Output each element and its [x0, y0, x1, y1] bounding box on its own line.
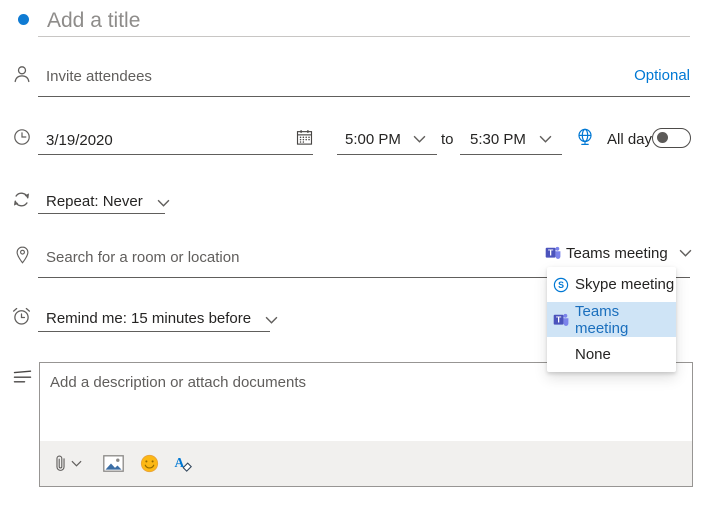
description-editor: A [39, 362, 693, 487]
to-label: to [441, 131, 454, 148]
start-date-input[interactable] [38, 130, 294, 150]
reminder-label: Remind me: 15 minutes before [46, 310, 252, 327]
svg-text:T: T [556, 314, 562, 324]
repeat-underline [38, 213, 165, 214]
reminder-dropdown[interactable]: Remind me: 15 minutes before [46, 310, 278, 328]
event-compose-form: Optional 5:00 PM to 5:30 PM [0, 0, 716, 521]
description-toolbar: A [40, 441, 692, 486]
timezone-globe-icon[interactable] [575, 127, 595, 147]
menu-item-skype-meeting[interactable]: S Skype meeting [547, 267, 676, 302]
svg-text:S: S [558, 280, 564, 290]
reminder-chevron-down-icon [265, 311, 278, 328]
end-time-underline [460, 154, 562, 155]
menu-item-none[interactable]: None [547, 337, 676, 372]
end-time-value[interactable]: 5:30 PM [470, 131, 526, 148]
attendees-underline [38, 96, 690, 97]
meeting-provider-selected-label: Teams meeting [566, 244, 668, 262]
attach-chevron-down-icon[interactable] [71, 460, 82, 467]
clear-formatting-icon[interactable]: A [174, 454, 193, 473]
meeting-provider-menu: S Skype meeting T Teams meeting None [547, 267, 676, 372]
date-underline [38, 154, 313, 155]
optional-attendees-link[interactable]: Optional [634, 67, 690, 84]
teams-icon: T [553, 312, 569, 328]
reminder-alarm-icon [11, 306, 32, 327]
clock-icon [13, 128, 31, 146]
category-color-dot [18, 14, 29, 25]
description-input[interactable] [50, 374, 670, 434]
attach-icon[interactable] [54, 454, 67, 473]
title-input[interactable] [38, 7, 699, 35]
title-underline [38, 36, 690, 37]
repeat-label: Repeat: Never [46, 193, 143, 210]
menu-item-label: Skype meeting [575, 276, 675, 293]
reminder-underline [38, 331, 270, 332]
all-day-label: All day [607, 131, 653, 148]
skype-icon: S [553, 277, 569, 293]
repeat-sync-icon [12, 190, 31, 209]
all-day-toggle[interactable] [652, 128, 691, 148]
svg-text:T: T [548, 248, 554, 258]
teams-icon: T [545, 245, 561, 261]
start-time-chevron-down-icon[interactable] [413, 135, 426, 143]
all-day-toggle-knob [657, 132, 668, 143]
location-search-input[interactable] [38, 247, 506, 267]
start-time-value[interactable]: 5:00 PM [345, 131, 401, 148]
start-time-underline [337, 154, 437, 155]
meeting-provider-chevron-down-icon [679, 244, 692, 262]
attendees-input[interactable] [38, 66, 596, 86]
emoji-icon[interactable] [140, 454, 159, 473]
insert-image-icon[interactable] [103, 455, 124, 472]
menu-item-teams-meeting[interactable]: T Teams meeting [547, 302, 676, 337]
meeting-provider-dropdown-button[interactable]: T Teams meeting [545, 244, 692, 262]
repeat-chevron-down-icon [157, 194, 170, 211]
end-time-chevron-down-icon[interactable] [539, 135, 552, 143]
description-lines-icon [12, 369, 33, 385]
location-pin-icon [14, 245, 31, 265]
repeat-dropdown[interactable]: Repeat: Never [46, 193, 170, 211]
menu-item-label: None [575, 346, 611, 363]
menu-item-label: Teams meeting [575, 302, 629, 337]
attendees-person-icon [12, 64, 32, 84]
date-picker-calendar-icon[interactable] [296, 129, 313, 146]
